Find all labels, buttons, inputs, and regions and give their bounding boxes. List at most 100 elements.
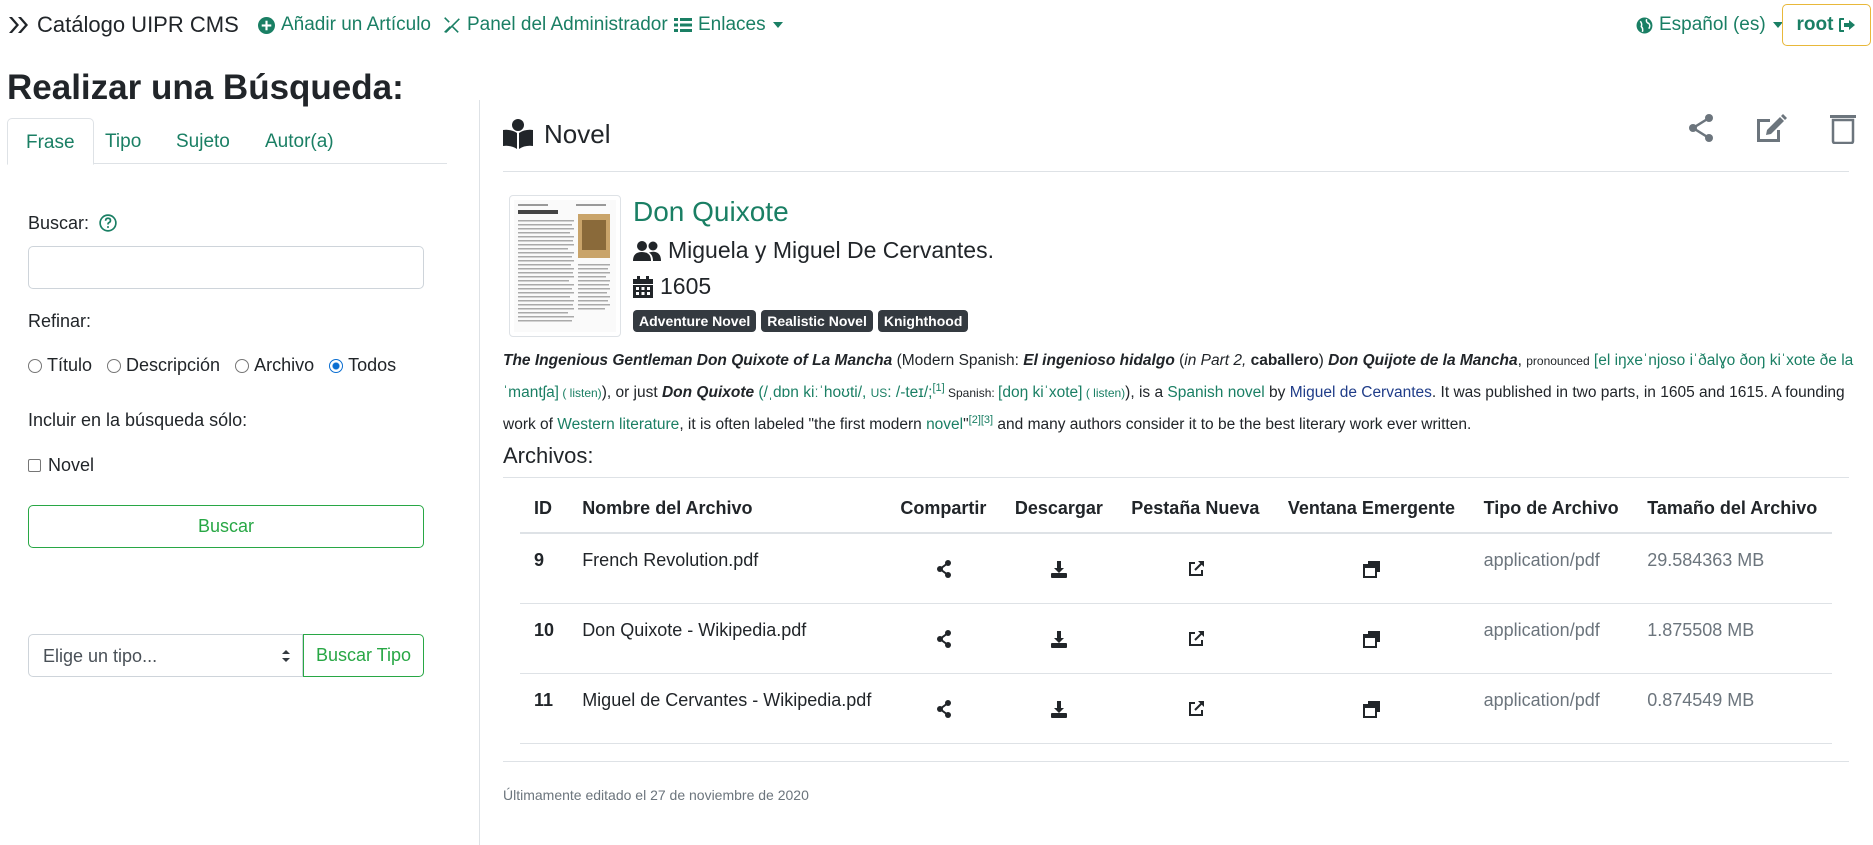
include-option-novel[interactable]: Novel (28, 455, 94, 476)
external-link-icon[interactable] (1187, 700, 1205, 718)
list-icon (674, 18, 692, 32)
tag-badge[interactable]: Adventure Novel (633, 310, 757, 332)
file-size: 29.584363 MB (1633, 533, 1832, 604)
help-circle-icon[interactable] (99, 214, 117, 232)
column-header: Tamaño del Archivo (1633, 485, 1832, 534)
tab-frase[interactable]: Frase (7, 118, 94, 165)
file-size: 1.875508 MB (1633, 603, 1832, 674)
external-link-icon[interactable] (1187, 630, 1205, 648)
files-heading: Archivos: (503, 443, 594, 468)
tag-badge[interactable]: Knighthood (877, 310, 969, 332)
novel-link[interactable]: novel (926, 416, 963, 433)
search-button[interactable]: Buscar (28, 505, 424, 548)
search-tabs: Frase Tipo Sujeto Autor(a) (7, 118, 447, 165)
last-edited-text: Últimamente editado el 27 de noviembre d… (503, 787, 809, 803)
radio-button[interactable] (235, 358, 250, 373)
file-id: 9 (520, 533, 569, 604)
listen-link[interactable]: ( listen) (1082, 386, 1125, 400)
refine-option-label: Todos (348, 355, 397, 375)
chevron-down-icon (772, 22, 783, 28)
share-action[interactable] (1685, 112, 1717, 144)
tag-badge[interactable]: Realistic Novel (761, 310, 873, 332)
nav-add-article[interactable]: Añadir un Artículo (258, 14, 431, 36)
spanish-novel-link[interactable]: Spanish novel (1167, 384, 1264, 401)
radio-button[interactable] (107, 358, 122, 373)
delete-action[interactable] (1828, 112, 1858, 144)
refine-option-label: Descripción (126, 355, 221, 375)
search-input[interactable] (28, 246, 424, 289)
new-tab-cell (1117, 673, 1274, 744)
nav-admin-panel[interactable]: Panel del Administrador (443, 14, 668, 36)
table-row: 11 Miguel de Cervantes - Wikipedia.pdf a… (520, 673, 1832, 744)
nav-admin-panel-label: Panel del Administrador (467, 14, 668, 35)
user-logout-button[interactable]: root (1782, 4, 1871, 46)
citation-link[interactable]: [1] (932, 382, 944, 394)
language-dropdown[interactable]: Español (es) (1636, 14, 1783, 36)
column-header: ID (520, 485, 569, 534)
share-icon[interactable] (936, 629, 952, 648)
type-search-button[interactable]: Buscar Tipo (303, 634, 424, 677)
search-label: Buscar: (28, 213, 90, 233)
item-title-link[interactable]: Don Quixote (633, 196, 789, 228)
nav-links-dropdown[interactable]: Enlaces (674, 14, 783, 36)
item-authors-text: Miguela y Miguel De Cervantes. (668, 237, 994, 263)
files-divider (503, 477, 1849, 478)
column-header: Ventana Emergente (1273, 485, 1470, 534)
item-authors: Miguela y Miguel De Cervantes. (633, 237, 994, 264)
file-name: French Revolution.pdf (568, 533, 887, 604)
cervantes-link[interactable]: Miguel de Cervantes (1290, 384, 1432, 401)
radio-button-checked[interactable] (329, 358, 344, 373)
refine-option-archivo[interactable]: Archivo (235, 355, 314, 376)
file-type: application/pdf (1469, 603, 1634, 674)
nav-links-label: Enlaces (698, 14, 766, 35)
popup-window-cell (1273, 533, 1470, 604)
pronunciation-link[interactable]: (/ˌdɒn kiːˈhoʊti/, (754, 384, 871, 401)
brand-label: Catálogo UIPR CMS (37, 12, 239, 37)
tab-autor[interactable]: Autor(a) (247, 118, 352, 164)
share-icon[interactable] (936, 699, 952, 718)
popup-window-cell (1273, 603, 1470, 674)
tab-tipo[interactable]: Tipo (87, 118, 159, 164)
share-icon[interactable] (936, 560, 952, 578)
nav-add-article-label: Añadir un Artículo (281, 14, 431, 35)
refine-option-titulo[interactable]: Título (28, 355, 92, 376)
us-link[interactable]: US (871, 386, 888, 400)
top-navbar: Catálogo UIPR CMS Añadir un Artículo Pan… (0, 0, 1873, 52)
users-icon (633, 240, 661, 261)
western-literature-link[interactable]: Western literature (557, 416, 679, 433)
refine-option-label: Título (47, 355, 93, 375)
edit-action[interactable] (1754, 112, 1788, 144)
external-link-icon[interactable] (1187, 560, 1205, 578)
new-tab-cell (1117, 603, 1274, 674)
item-description: The Ingenious Gentleman Don Quixote of L… (503, 352, 1854, 434)
file-id: 11 (520, 673, 569, 744)
document-preview (514, 200, 616, 332)
pronunciation-link[interactable]: : /-teɪ/; (887, 384, 932, 401)
checkbox[interactable] (28, 459, 41, 472)
download-icon[interactable] (1050, 700, 1068, 718)
search-heading: Realizar una Búsqueda: (7, 68, 404, 107)
document-page-icon (518, 204, 610, 322)
tab-sujeto[interactable]: Sujeto (158, 118, 248, 164)
item-thumbnail[interactable] (509, 195, 621, 337)
globe-icon (1636, 17, 1653, 33)
brand-link[interactable]: Catálogo UIPR CMS (7, 12, 239, 38)
window-restore-icon[interactable] (1362, 560, 1381, 578)
window-restore-icon[interactable] (1362, 700, 1381, 718)
listen-link[interactable]: ( listen) (559, 386, 601, 400)
download-icon[interactable] (1050, 630, 1068, 648)
plus-circle-icon (258, 16, 275, 34)
ipa-link[interactable]: [doŋ kiˈxote] (998, 384, 1082, 401)
radio-button[interactable] (28, 358, 42, 373)
column-header: Nombre del Archivo (568, 485, 887, 534)
search-label-row: Buscar: (28, 213, 117, 234)
type-select[interactable]: Elige un tipo... (28, 634, 303, 677)
table-row: 9 French Revolution.pdf application/pdf … (520, 533, 1832, 604)
share-file-cell (886, 533, 1001, 604)
download-icon[interactable] (1050, 560, 1068, 578)
window-restore-icon[interactable] (1362, 630, 1381, 648)
refine-option-todos[interactable]: Todos (329, 355, 396, 376)
citation-link[interactable]: [2][3] (969, 414, 993, 426)
table-header-row: ID Nombre del Archivo Compartir Descarga… (520, 485, 1832, 534)
refine-option-descripcion[interactable]: Descripción (107, 355, 220, 376)
